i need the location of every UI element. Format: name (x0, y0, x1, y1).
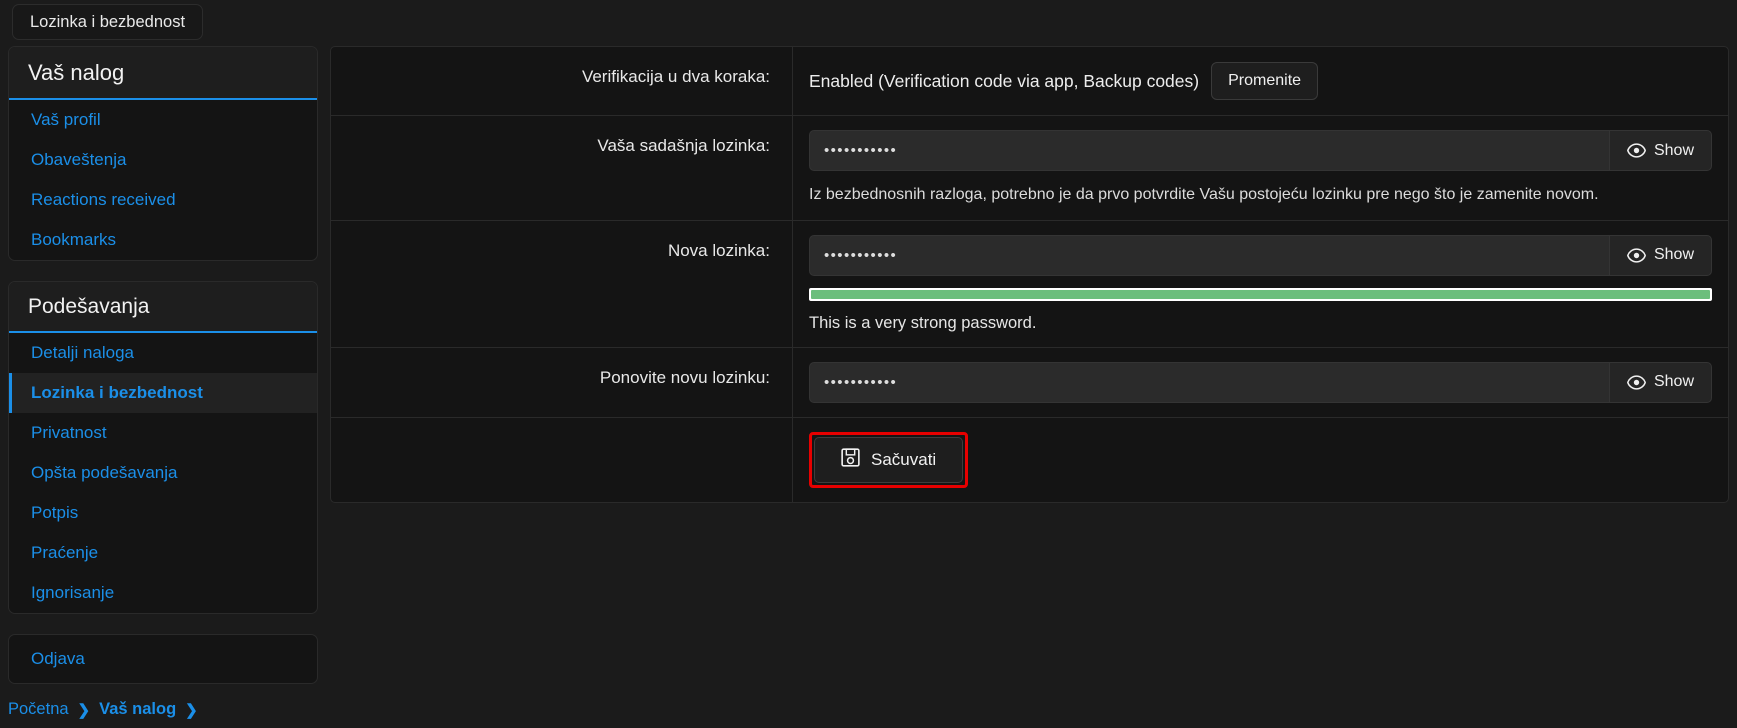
account-panel: Vaš nalog Vaš profil Obaveštenja Reactio… (8, 46, 318, 261)
confirm-password-input[interactable] (809, 361, 1609, 403)
two-factor-body: Enabled (Verification code via app, Back… (793, 47, 1728, 115)
new-password-body: Show This is a very strong password. (793, 221, 1728, 347)
sidebar-item-following[interactable]: Praćenje (9, 533, 317, 573)
chevron-right-icon: ❯ (77, 701, 91, 719)
eye-icon (1626, 143, 1646, 158)
sidebar-item-reactions-received[interactable]: Reactions received (9, 180, 317, 220)
save-button-highlight: Sačuvati (809, 431, 969, 488)
row-new-password: Nova lozinka: Show This is a very str (331, 220, 1728, 348)
page-tab-label: Lozinka i bezbednost (30, 12, 186, 31)
password-strength-meter (809, 287, 1712, 301)
current-password-body: Show Iz bezbednosnih razloga, potrebno j… (793, 116, 1728, 220)
browser-topbar: Lozinka i bezbednost (0, 0, 1737, 42)
eye-icon (1626, 375, 1646, 390)
save-button-label: Sačuvati (871, 449, 937, 469)
confirm-password-show-label: Show (1653, 373, 1694, 391)
breadcrumb-item-home[interactable]: Početna (8, 700, 69, 719)
save-row-spacer (331, 417, 793, 502)
sidebar: Vaš nalog Vaš profil Obaveštenja Reactio… (8, 46, 318, 684)
password-strength-bar (811, 289, 1710, 299)
sidebar-item-notifications[interactable]: Obaveštenja (9, 140, 317, 180)
eye-icon (1626, 248, 1646, 263)
new-password-show-label: Show (1653, 246, 1694, 264)
settings-panel-title: Podešavanja (9, 282, 317, 333)
confirm-password-label: Ponovite novu lozinku: (331, 347, 793, 417)
current-password-input[interactable] (809, 130, 1609, 171)
current-password-label: Vaša sadašnja lozinka: (331, 116, 793, 220)
chevron-right-icon-2: ❯ (185, 701, 198, 719)
new-password-input[interactable] (809, 234, 1609, 276)
sidebar-item-profile[interactable]: Vaš profil (9, 100, 317, 140)
account-panel-title: Vaš nalog (9, 47, 317, 100)
current-password-help: Iz bezbednosnih razloga, potrebno je da … (809, 186, 1599, 203)
new-password-label: Nova lozinka: (331, 220, 793, 347)
breadcrumb: Početna ❯ Vaš nalog ❯ (8, 700, 198, 719)
current-password-show-label: Show (1653, 141, 1694, 159)
password-strength-message: This is a very strong password. (809, 313, 1037, 332)
new-password-show-button[interactable]: Show (1608, 234, 1712, 276)
page-tab[interactable]: Lozinka i bezbednost (12, 4, 204, 40)
logout-panel: Odjava (8, 634, 318, 684)
save-button[interactable]: Sačuvati (814, 436, 964, 483)
sidebar-item-ignoring[interactable]: Ignorisanje (9, 573, 317, 613)
settings-panel: Podešavanja Detalji naloga Lozinka i bez… (8, 281, 318, 614)
sidebar-item-bookmarks[interactable]: Bookmarks (9, 220, 317, 260)
sidebar-item-signature[interactable]: Potpis (9, 493, 317, 533)
sidebar-item-general-settings[interactable]: Opšta podešavanja (9, 453, 317, 493)
row-save: Sačuvati (331, 417, 1728, 502)
confirm-password-body: Show (793, 348, 1728, 417)
current-password-show-button[interactable]: Show (1608, 130, 1712, 171)
save-body: Sačuvati (793, 418, 1728, 502)
sidebar-item-logout[interactable]: Odjava (9, 635, 317, 683)
breadcrumb-item-account[interactable]: Vaš nalog (99, 700, 176, 719)
row-two-factor: Verifikacija u dva koraka: Enabled (Veri… (331, 47, 1728, 116)
two-factor-value: Enabled (Verification code via app, Back… (809, 70, 1200, 91)
two-factor-label: Verifikacija u dva koraka: (331, 47, 793, 115)
row-current-password: Vaša sadašnja lozinka: Show Iz bezbednos… (331, 116, 1728, 221)
sidebar-item-password-security[interactable]: Lozinka i bezbednost (9, 373, 317, 413)
row-confirm-password: Ponovite novu lozinku: Show (331, 347, 1728, 418)
save-floppy-icon (841, 447, 860, 472)
confirm-password-show-button[interactable]: Show (1608, 361, 1712, 403)
sidebar-item-account-details[interactable]: Detalji naloga (9, 333, 317, 373)
change-two-factor-button[interactable]: Promenite (1211, 62, 1319, 100)
password-security-form: Verifikacija u dva koraka: Enabled (Veri… (330, 46, 1729, 503)
sidebar-item-privacy[interactable]: Privatnost (9, 413, 317, 453)
